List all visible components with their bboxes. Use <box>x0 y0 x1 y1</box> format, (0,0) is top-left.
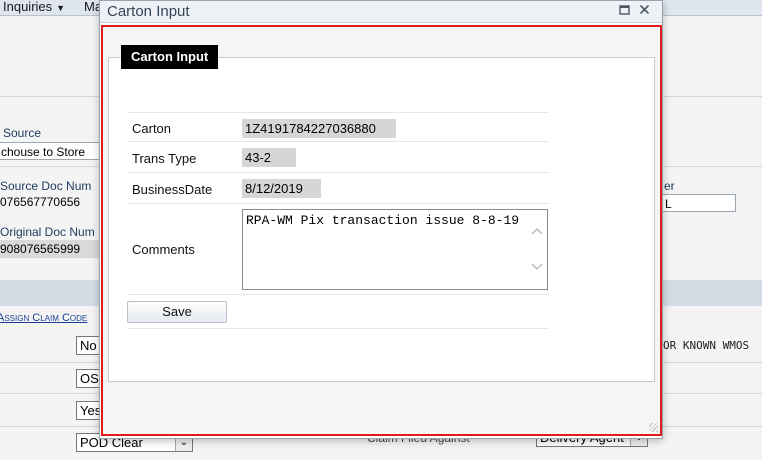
menu-inquiries[interactable]: Inquiries ▼ <box>3 0 65 16</box>
right-field-value[interactable]: L <box>662 194 736 212</box>
row-trans-type: Trans Type 43-2 <box>127 142 549 173</box>
comments-textarea[interactable]: RPA-WM Pix transaction issue 8-8-19 <box>242 209 548 290</box>
menu-label: Inquiries <box>3 0 53 14</box>
source-label: Source <box>3 126 42 140</box>
row-business-date: BusinessDate 8/12/2019 <box>127 173 549 204</box>
select-value: OS <box>80 371 99 386</box>
source-doc-num-value: 076567770656 <box>0 195 81 209</box>
comments-text: RPA-WM Pix transaction issue 8-8-19 <box>246 213 520 228</box>
dialog-titlebar[interactable]: Carton Input <box>100 1 662 23</box>
assign-claim-code-link[interactable]: Assign Claim Code <box>0 312 87 324</box>
close-icon[interactable] <box>637 4 651 18</box>
carton-value: 1Z4191784227036880 <box>242 119 396 138</box>
right-field-label: er <box>664 179 675 193</box>
trans-type-value: 43-2 <box>242 148 296 167</box>
fieldset-legend: Carton Input <box>121 45 219 69</box>
business-date-label: BusinessDate <box>132 182 213 197</box>
comments-label: Comments <box>132 242 195 257</box>
resize-grip-icon[interactable] <box>649 423 658 432</box>
source-value[interactable]: chouse to Store <box>0 142 100 160</box>
caret-down-icon: ▼ <box>56 3 66 13</box>
original-doc-num-label: Original Doc Num <box>0 225 95 239</box>
source-doc-num-label: Source Doc Num <box>0 179 92 193</box>
scroll-down-icon[interactable] <box>531 262 543 274</box>
trans-type-label: Trans Type <box>132 151 197 166</box>
dialog-title: Carton Input <box>107 3 190 20</box>
save-button[interactable]: Save <box>127 301 227 323</box>
row-comments: Comments RPA-WM Pix transaction issue 8-… <box>127 204 549 295</box>
carton-label: Carton <box>132 121 172 136</box>
row-carton: Carton 1Z4191784227036880 <box>127 112 549 142</box>
known-wmos-text: OR KNOWN WMOS <box>663 339 750 352</box>
maximize-icon[interactable] <box>617 4 631 18</box>
original-doc-num-value: 908076565999 <box>0 240 100 258</box>
scroll-up-icon[interactable] <box>531 226 543 238</box>
dialog-body: Carton Input Carton 1Z4191784227036880 T… <box>101 25 662 436</box>
carton-input-dialog: Carton Input Carton Input Carton 1Z41917… <box>99 0 663 439</box>
carton-input-fieldset: Carton Input Carton 1Z4191784227036880 T… <box>108 45 655 382</box>
select-value: No <box>80 338 97 353</box>
business-date-value: 8/12/2019 <box>242 179 321 198</box>
